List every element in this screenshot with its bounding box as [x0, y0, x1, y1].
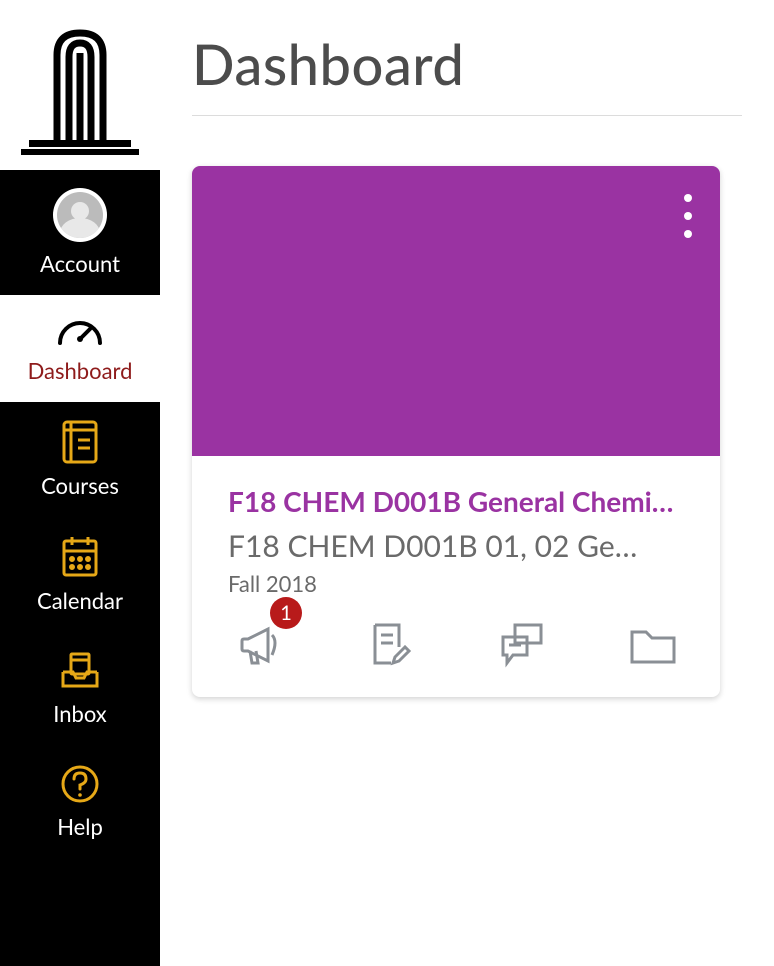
course-card-body: F18 CHEM D001B General Chemi… F18 CHEM D…: [192, 456, 720, 697]
folder-icon: [628, 622, 678, 666]
account-avatar-icon: [53, 188, 107, 242]
discussion-bubbles-icon: [497, 619, 547, 669]
course-card-term: Fall 2018: [228, 570, 684, 597]
document-pencil-icon: [365, 619, 415, 669]
card-options-menu-icon[interactable]: [684, 194, 692, 238]
course-card-banner: [192, 166, 720, 456]
announcements-badge: 1: [270, 597, 302, 629]
nav-label-account: Account: [40, 250, 120, 277]
course-card-title[interactable]: F18 CHEM D001B General Chemi…: [228, 484, 684, 518]
page-title: Dashboard: [192, 30, 742, 97]
nav-label-dashboard: Dashboard: [28, 357, 133, 384]
calendar-icon: [60, 535, 100, 579]
title-divider: [192, 115, 742, 116]
book-icon: [60, 420, 100, 464]
main-content: Dashboard F18 CHEM D001B General Chemi… …: [160, 0, 774, 966]
discussions-button[interactable]: [497, 619, 547, 669]
arch-logo-icon: [21, 25, 139, 155]
course-card-subtitle: F18 CHEM D001B 01, 02 Ge…: [228, 528, 684, 564]
sidebar-item-help[interactable]: Help: [0, 745, 160, 858]
nav-label-help: Help: [57, 813, 103, 840]
sidebar-item-calendar[interactable]: Calendar: [0, 517, 160, 632]
nav-label-inbox: Inbox: [53, 700, 107, 727]
announcements-button[interactable]: 1: [234, 619, 284, 669]
sidebar-item-dashboard[interactable]: Dashboard: [0, 295, 160, 402]
institution-logo[interactable]: [0, 0, 160, 170]
course-card-actions: 1: [228, 619, 684, 669]
nav-label-calendar: Calendar: [37, 587, 123, 614]
sidebar-nav: Account Dashboard Courses: [0, 0, 160, 966]
sidebar-item-inbox[interactable]: Inbox: [0, 632, 160, 745]
assignments-button[interactable]: [365, 619, 415, 669]
course-card[interactable]: F18 CHEM D001B General Chemi… F18 CHEM D…: [192, 166, 720, 697]
inbox-tray-icon: [59, 650, 101, 692]
dashboard-gauge-icon: [56, 313, 104, 349]
help-question-icon: [59, 763, 101, 805]
sidebar-item-courses[interactable]: Courses: [0, 402, 160, 517]
files-button[interactable]: [628, 622, 678, 666]
sidebar-item-account[interactable]: Account: [0, 170, 160, 295]
nav-label-courses: Courses: [41, 472, 119, 499]
